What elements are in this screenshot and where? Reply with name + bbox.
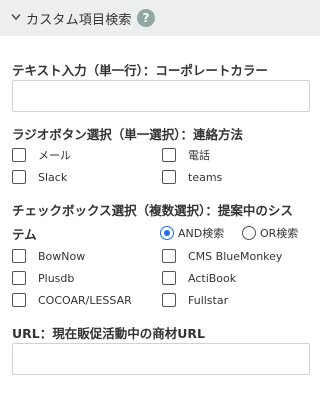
- radio-label: AND検索: [178, 227, 225, 240]
- custom-search-header[interactable]: カスタム項目検索 ?: [0, 0, 320, 36]
- option-label: Fullstar: [188, 293, 229, 307]
- fullstar-checkbox[interactable]: [162, 293, 176, 307]
- system-option-fullstar[interactable]: Fullstar: [162, 292, 228, 308]
- option-label: Plusdb: [38, 271, 75, 285]
- option-label: メール: [38, 149, 71, 162]
- or-search-option[interactable]: OR検索: [242, 225, 298, 241]
- plusdb-checkbox[interactable]: [12, 271, 26, 285]
- option-label: ActiBook: [188, 271, 237, 285]
- bownow-checkbox[interactable]: [12, 249, 26, 263]
- promo-url-input[interactable]: [12, 343, 310, 375]
- contact-method-label: ラジオボタン選択（単一選択）：連絡方法: [12, 127, 244, 142]
- and-search-option[interactable]: AND検索: [160, 225, 224, 241]
- system-option-plusdb[interactable]: Plusdb: [12, 270, 74, 286]
- option-label: teams: [188, 170, 223, 184]
- option-label: COCOAR/LESSAR: [38, 293, 132, 307]
- actibook-checkbox[interactable]: [162, 271, 176, 285]
- corporate-color-input[interactable]: [12, 80, 310, 112]
- teams-checkbox[interactable]: [162, 170, 176, 184]
- contact-option-phone[interactable]: 電話: [162, 147, 210, 163]
- option-label: Slack: [38, 170, 68, 184]
- cms-bluemonkey-checkbox[interactable]: [162, 249, 176, 263]
- email-checkbox[interactable]: [12, 148, 26, 162]
- proposed-systems-label: チェックボックス選択（複数選択）：提案中のシス: [12, 203, 293, 218]
- option-label: 電話: [188, 149, 210, 162]
- contact-option-email[interactable]: メール: [12, 147, 71, 163]
- slack-checkbox[interactable]: [12, 170, 26, 184]
- promo-url-label: URL：現在販促活動中の商材URL: [12, 326, 205, 341]
- help-icon[interactable]: ?: [137, 9, 155, 27]
- option-label: BowNow: [38, 249, 86, 263]
- system-option-cms-bluemonkey[interactable]: CMS BlueMonkey: [162, 248, 282, 264]
- option-label: CMS BlueMonkey: [188, 249, 283, 263]
- contact-option-teams[interactable]: teams: [162, 169, 222, 185]
- phone-checkbox[interactable]: [162, 148, 176, 162]
- contact-option-slack[interactable]: Slack: [12, 169, 67, 185]
- header-title: カスタム項目検索: [26, 13, 132, 28]
- chevron-down-icon[interactable]: [11, 13, 21, 21]
- proposed-systems-label-cont: テム: [12, 227, 37, 242]
- system-option-actibook[interactable]: ActiBook: [162, 270, 236, 286]
- radio-label: OR検索: [260, 227, 299, 240]
- system-option-cocoar-lessar[interactable]: COCOAR/LESSAR: [12, 292, 132, 308]
- and-search-radio[interactable]: [160, 226, 174, 240]
- cocoar-lessar-checkbox[interactable]: [12, 293, 26, 307]
- or-search-radio[interactable]: [242, 226, 256, 240]
- corporate-color-label: テキスト入力（単一行）：コーポレートカラー: [12, 63, 268, 78]
- system-option-bownow[interactable]: BowNow: [12, 248, 85, 264]
